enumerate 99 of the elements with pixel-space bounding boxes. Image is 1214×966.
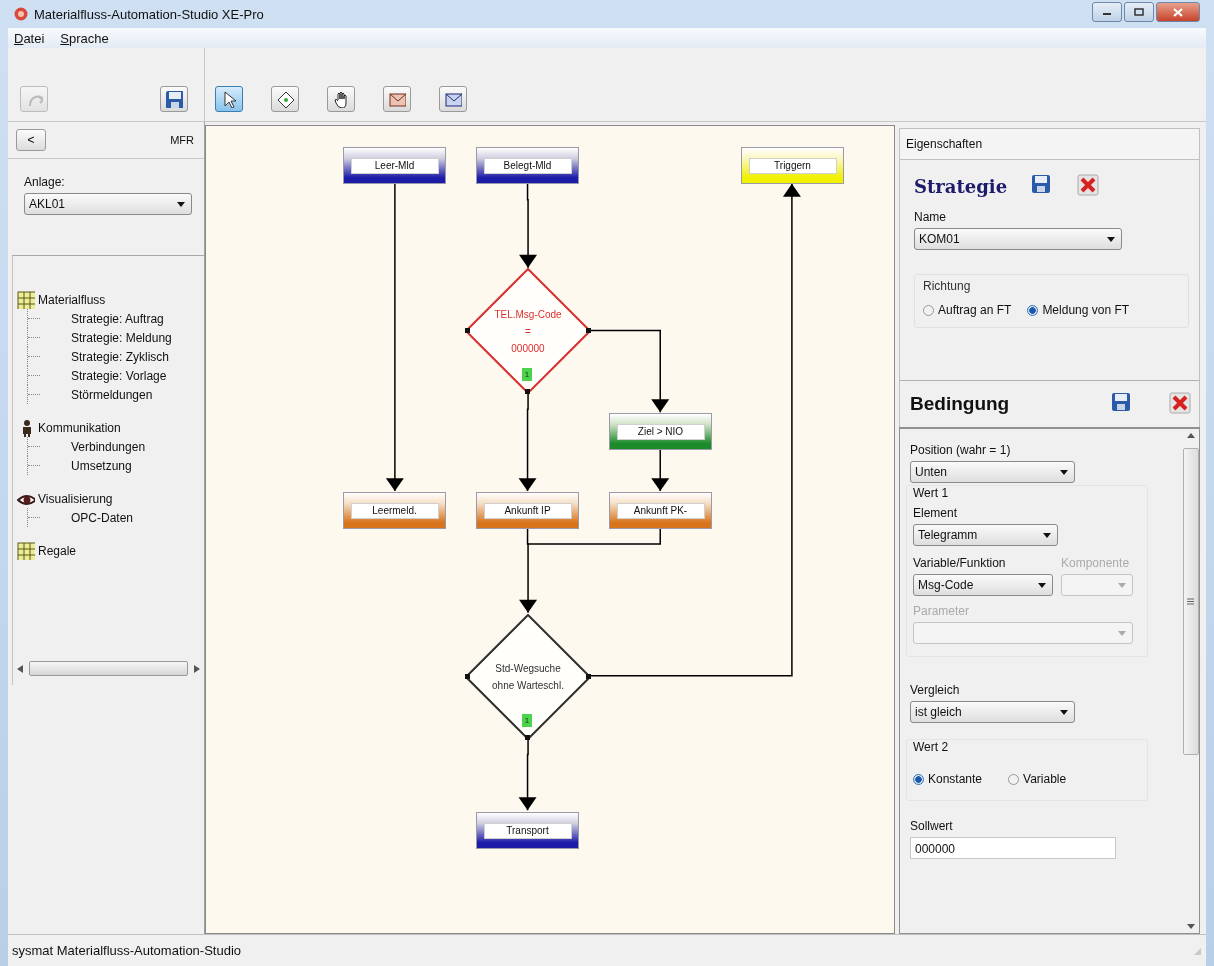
tool-button[interactable] [215, 86, 243, 112]
tool-button[interactable] [327, 86, 355, 112]
maximize-icon [1134, 8, 1144, 16]
group-label: Richtung [923, 279, 972, 293]
field-label: Anlage: [24, 175, 65, 190]
caret-icon [1107, 236, 1115, 242]
decision-text: Std-Wegsuche [495, 662, 561, 676]
field-label: Parameter [913, 604, 970, 619]
scroll-down-icon [1186, 924, 1195, 929]
decision-text: TEL.Msg-Code [494, 307, 562, 322]
field-label: Name [914, 210, 946, 225]
group-label: Wert 1 [913, 486, 950, 500]
caret-icon [1118, 582, 1126, 588]
delete-button[interactable] [1077, 174, 1102, 198]
decision-text: = [525, 324, 531, 339]
radio-label[interactable]: Konstante [928, 772, 983, 786]
block-label: Triggern [748, 157, 837, 174]
element-dropdown[interactable]: Telegramm [913, 524, 1058, 546]
block-label: Ziel > NIO [616, 423, 705, 440]
horizontal-scrollbar[interactable] [17, 660, 200, 677]
vergleich-dropdown[interactable]: ist gleich [910, 701, 1075, 723]
anlage-dropdown[interactable]: AKL01 [24, 193, 192, 215]
delete-icon [1077, 174, 1100, 196]
decision-text: ohne Warteschl. [492, 679, 564, 693]
field-label: Komponente [1061, 556, 1130, 571]
field-label: Vergleich [910, 683, 960, 698]
block-label: Leer-Mld [350, 157, 439, 174]
tree-item[interactable]: OPC-Daten [71, 510, 134, 525]
caret-icon [1038, 582, 1046, 588]
field-label: Position (wahr = 1) [910, 443, 1011, 458]
delete-button[interactable] [1169, 392, 1193, 416]
tree-item[interactable]: Strategie: Zyklisch [71, 349, 170, 364]
tree-item[interactable]: Visualisierung [38, 491, 113, 506]
scroll-up-icon [1186, 433, 1195, 438]
scroll-left-icon [17, 664, 23, 673]
block-label: Transport [483, 822, 572, 839]
tree-item[interactable]: Kommunikation [38, 420, 121, 435]
shelf-icon [17, 541, 35, 560]
tree-item[interactable]: Störmeldungen [71, 387, 153, 402]
diamond-icon [276, 90, 294, 108]
tree-item[interactable]: Regale [38, 543, 77, 558]
radio-label[interactable]: Meldung von FT [1042, 303, 1130, 317]
variable-dropdown[interactable]: Msg-Code [913, 574, 1053, 596]
radio-button[interactable] [1027, 304, 1039, 316]
tree-item[interactable]: Strategie: Vorlage [71, 368, 167, 383]
tree-item[interactable]: Strategie: Meldung [71, 330, 172, 345]
caret-icon [177, 201, 185, 207]
decision-text: 000000 [511, 341, 545, 356]
radio-button[interactable] [1008, 773, 1020, 785]
caret-icon [1060, 709, 1068, 715]
sollwert-input[interactable]: 000000 [910, 837, 1116, 859]
save-button[interactable] [160, 86, 188, 112]
radio-button[interactable] [923, 304, 934, 316]
field-label: Element [913, 506, 958, 521]
panel-header: Eigenschaften [899, 128, 1200, 160]
tree-item[interactable]: Verbindungen [71, 439, 146, 454]
block-label: Belegt-Mld [483, 157, 572, 174]
caret-icon [1060, 469, 1068, 475]
section-title: Bedingung [910, 393, 1011, 415]
envelope-icon [444, 90, 462, 108]
grip-icon [1187, 598, 1194, 605]
radio-label[interactable]: Variable [1023, 772, 1067, 786]
position-dropdown[interactable]: Unten [910, 461, 1075, 483]
block-label: Leermeld. [350, 502, 439, 519]
radio-label[interactable]: Auftrag an FT [938, 303, 1012, 317]
close-icon [1173, 7, 1183, 17]
window-title: Materialfluss-Automation-Studio XE-Pro [34, 6, 265, 22]
output-badge: 1 [522, 368, 532, 381]
tree-item[interactable]: Umsetzung [71, 458, 132, 473]
block-label: Ankunft PK- [616, 502, 705, 519]
status-text: sysmat Materialfluss-Automation-Studio [12, 943, 242, 958]
shelf-icon [17, 290, 35, 309]
envelope-icon [388, 90, 406, 108]
panel-title: MFR [170, 134, 194, 146]
group-label: Wert 2 [913, 740, 950, 754]
tree-item[interactable]: Strategie: Auftrag [71, 311, 164, 326]
field-label: Sollwert [910, 819, 953, 834]
delete-icon [1169, 392, 1191, 414]
save-icon [1111, 392, 1133, 414]
minimize-button[interactable] [1092, 2, 1122, 22]
close-button[interactable] [1156, 2, 1200, 22]
output-badge: 1 [522, 714, 532, 727]
back-button[interactable]: < [16, 129, 46, 151]
field-label: Variable/Funktion [913, 556, 1006, 571]
app-icon [14, 7, 28, 21]
hand-icon [332, 90, 350, 108]
scroll-right-icon [194, 664, 200, 673]
name-dropdown[interactable]: KOM01 [914, 228, 1122, 250]
maximize-button[interactable] [1124, 2, 1154, 22]
radio-button[interactable] [913, 773, 924, 785]
block-label: Ankunft IP [483, 502, 572, 519]
save-icon [165, 90, 183, 108]
menu-item[interactable]: Datei [12, 30, 47, 46]
section-title: Strategie [914, 175, 1008, 197]
caret-icon [1043, 532, 1051, 538]
tool-button[interactable] [271, 86, 299, 112]
menu-item[interactable]: Sprache [58, 30, 111, 46]
tree-item[interactable]: Materialfluss [38, 292, 106, 307]
caret-icon [1118, 630, 1126, 636]
